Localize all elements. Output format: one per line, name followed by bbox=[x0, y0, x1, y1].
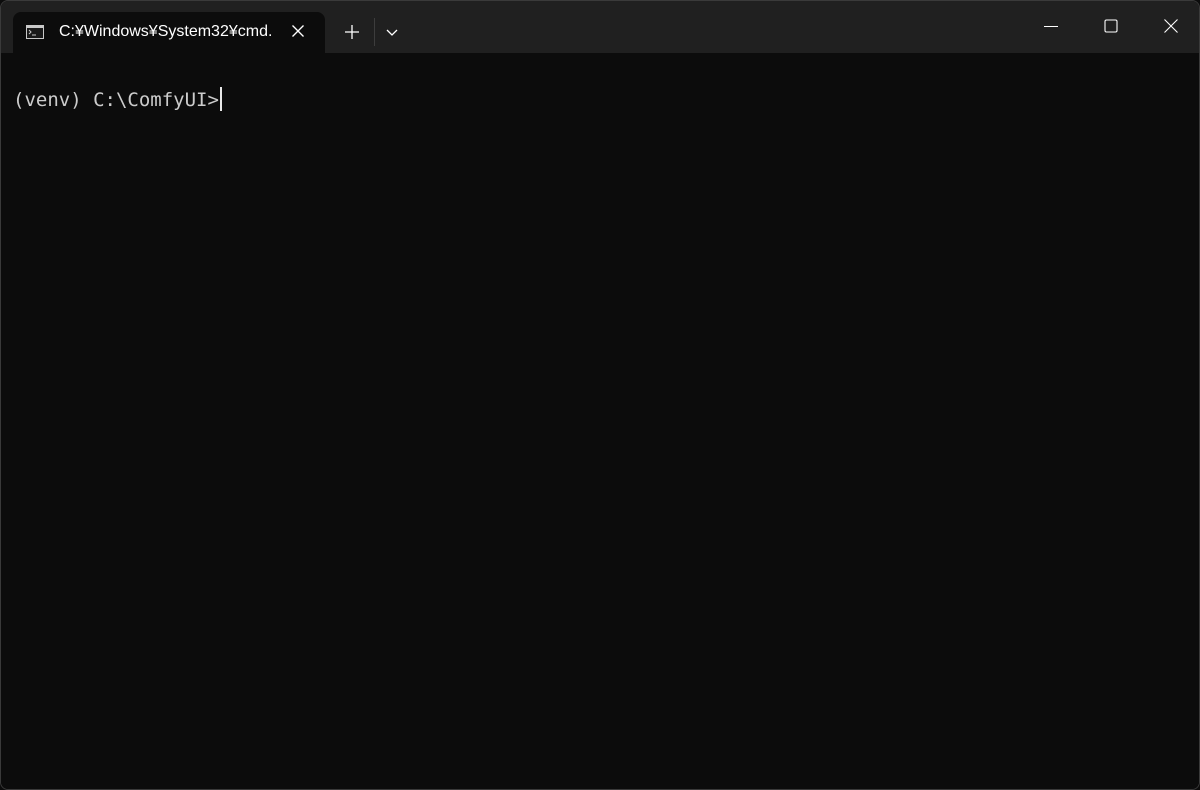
tab-cmd[interactable]: C:¥Windows¥System32¥cmd.exe bbox=[13, 12, 325, 54]
cmd-icon bbox=[26, 25, 44, 39]
prompt-line: (venv) C:\ComfyUI> bbox=[13, 87, 222, 113]
close-icon bbox=[1164, 19, 1178, 33]
prompt-text: (venv) C:\ComfyUI> bbox=[13, 89, 219, 111]
chevron-down-icon[interactable] bbox=[379, 19, 405, 45]
tab-title: C:¥Windows¥System32¥cmd.exe bbox=[59, 23, 273, 40]
title-bar[interactable]: C:¥Windows¥System32¥cmd.exe bbox=[1, 1, 1199, 54]
close-tab-icon[interactable] bbox=[289, 22, 307, 40]
minimize-icon bbox=[1044, 25, 1058, 28]
maximize-button[interactable] bbox=[1081, 1, 1141, 53]
terminal-window: C:¥Windows¥System32¥cmd.exe bbox=[0, 0, 1200, 790]
minimize-button[interactable] bbox=[1021, 1, 1081, 53]
terminal-output[interactable]: (venv) C:\ComfyUI> bbox=[1, 53, 1199, 789]
plus-icon[interactable] bbox=[337, 17, 367, 47]
text-cursor bbox=[219, 87, 222, 111]
close-window-button[interactable] bbox=[1141, 1, 1199, 53]
tab-separator bbox=[374, 18, 375, 46]
maximize-icon bbox=[1104, 19, 1118, 33]
